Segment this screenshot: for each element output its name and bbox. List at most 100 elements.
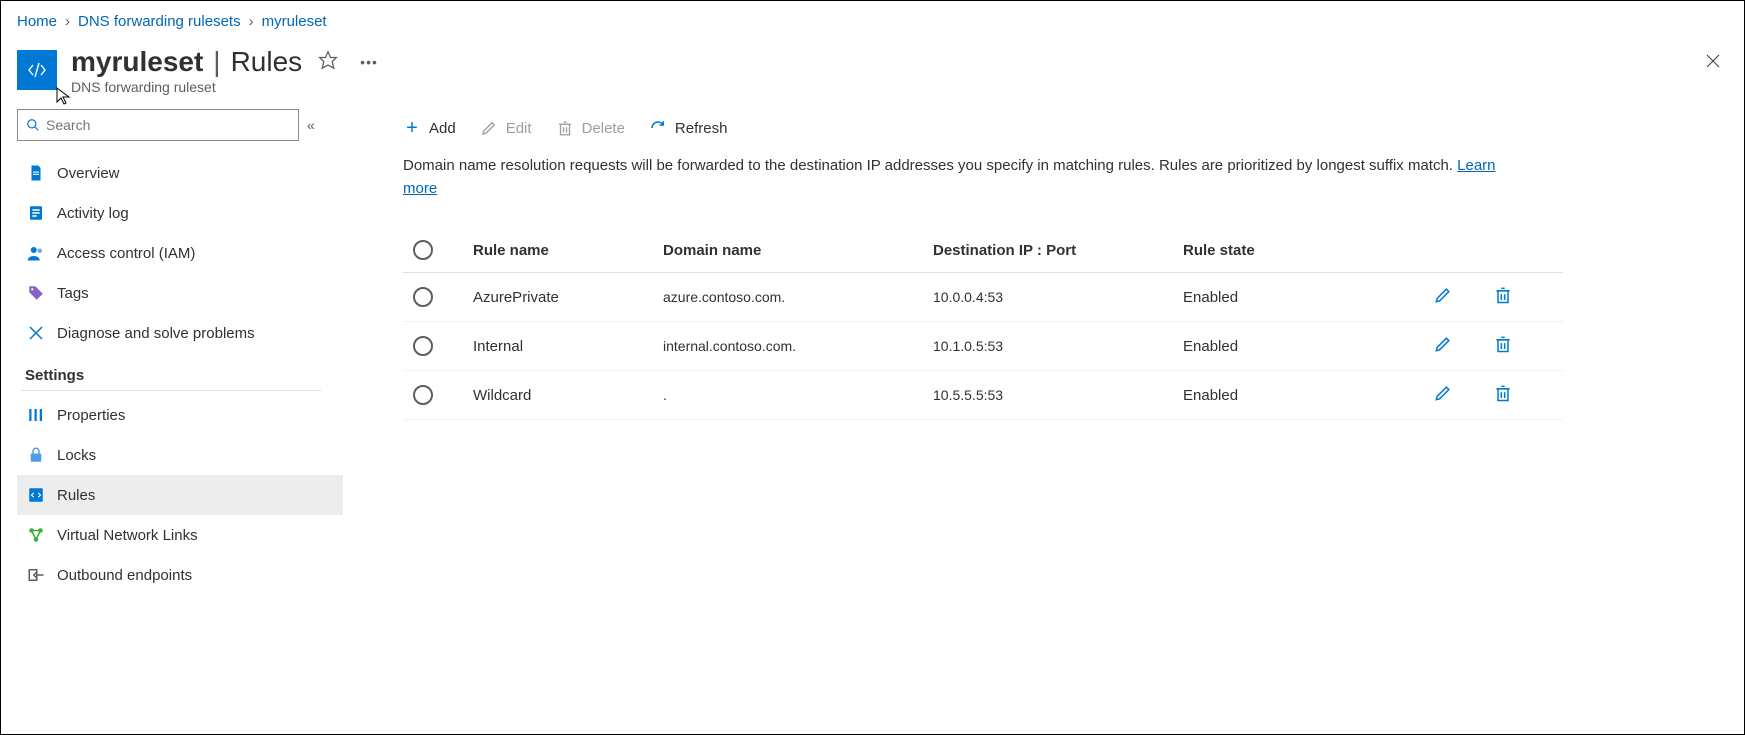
search-icon [26,118,40,132]
breadcrumb-home[interactable]: Home [17,13,57,30]
cell-rule-name: Internal [473,338,663,355]
row-select-radio[interactable] [413,336,433,356]
trash-icon [1493,334,1513,354]
row-select-radio[interactable] [413,287,433,307]
sidebar-item-diagnose[interactable]: Diagnose and solve problems [17,313,343,353]
page-title-section: Rules [231,46,303,78]
refresh-button[interactable]: Refresh [649,119,728,137]
cell-domain: internal.contoso.com. [663,338,933,354]
refresh-icon [649,119,667,137]
log-icon [27,204,45,222]
row-select-radio[interactable] [413,385,433,405]
more-button[interactable]: ••• [354,48,384,76]
page-title-resource: myruleset [71,46,203,78]
trash-icon [1493,285,1513,305]
tag-icon [27,284,45,302]
pencil-icon [480,119,498,137]
select-all-radio[interactable] [413,240,433,260]
pencil-icon [1433,285,1453,305]
row-delete-button[interactable] [1493,334,1513,354]
table-row[interactable]: Wildcard . 10.5.5.5:53 Enabled [403,371,1563,420]
rules-table: Rule name Domain name Destination IP : P… [403,228,1563,420]
lock-icon [27,446,45,464]
col-rule-state: Rule state [1183,242,1433,259]
chevron-right-icon: › [65,13,70,30]
sidebar-item-overview[interactable]: Overview [17,153,343,193]
cell-domain: . [663,387,933,403]
trash-icon [1493,383,1513,403]
sidebar-item-locks[interactable]: Locks [17,435,343,475]
page-header: myruleset | Rules ••• DNS forwarding rul… [17,38,1728,99]
main-content: + Add Edit Delete Refresh Domain name re… [343,99,1728,734]
sidebar-item-rules[interactable]: Rules [17,475,343,515]
description-body: Domain name resolution requests will be … [403,157,1457,174]
col-destination: Destination IP : Port [933,242,1183,259]
sidebar-item-label: Overview [57,165,120,182]
button-label: Refresh [675,120,728,137]
button-label: Edit [506,120,532,137]
sidebar: « Overview Activity log Access control (… [17,99,343,734]
close-icon [1704,52,1722,70]
plus-icon: + [403,119,421,137]
cell-rule-name: Wildcard [473,387,663,404]
people-icon [27,244,45,262]
sidebar-item-access-control[interactable]: Access control (IAM) [17,233,343,273]
document-icon [27,164,45,182]
resource-icon [17,50,57,90]
sidebar-item-label: Properties [57,407,125,424]
favorite-button[interactable] [312,44,344,79]
cell-state: Enabled [1183,387,1433,404]
row-edit-button[interactable] [1433,285,1453,305]
table-header: Rule name Domain name Destination IP : P… [403,228,1563,273]
row-edit-button[interactable] [1433,334,1453,354]
sidebar-item-properties[interactable]: Properties [17,395,343,435]
cell-destination: 10.0.0.4:53 [933,289,1183,305]
cell-destination: 10.1.0.5:53 [933,338,1183,354]
ellipsis-icon: ••• [360,54,378,70]
star-icon [318,50,338,70]
button-label: Add [429,120,456,137]
table-row[interactable]: AzurePrivate azure.contoso.com. 10.0.0.4… [403,273,1563,322]
code-icon [27,486,45,504]
sidebar-item-label: Tags [57,285,89,302]
sidebar-item-tags[interactable]: Tags [17,273,343,313]
description-text: Domain name resolution requests will be … [403,155,1503,200]
sidebar-item-activity-log[interactable]: Activity log [17,193,343,233]
table-row[interactable]: Internal internal.contoso.com. 10.1.0.5:… [403,322,1563,371]
sidebar-item-label: Rules [57,487,95,504]
delete-button[interactable]: Delete [556,119,625,137]
edit-button[interactable]: Edit [480,119,532,137]
sidebar-item-label: Outbound endpoints [57,567,192,584]
sidebar-item-outbound-endpoints[interactable]: Outbound endpoints [17,555,343,595]
sidebar-item-vnet-links[interactable]: Virtual Network Links [17,515,343,555]
wrench-icon [27,324,45,342]
toolbar: + Add Edit Delete Refresh [403,119,1728,155]
close-blade-button[interactable] [1698,46,1728,81]
col-rule-name: Rule name [473,242,663,259]
add-button[interactable]: + Add [403,119,456,137]
chevron-double-left-icon: « [307,117,315,133]
button-label: Delete [582,120,625,137]
sidebar-item-label: Activity log [57,205,129,222]
sidebar-section-settings: Settings [21,353,321,391]
arrow-out-icon [27,566,45,584]
sidebar-item-label: Locks [57,447,96,464]
cell-state: Enabled [1183,289,1433,306]
pencil-icon [1433,334,1453,354]
sidebar-search[interactable] [17,109,299,141]
chevron-right-icon: › [249,13,254,30]
pencil-icon [1433,383,1453,403]
collapse-sidebar-button[interactable]: « [307,117,315,133]
cell-rule-name: AzurePrivate [473,289,663,306]
row-edit-button[interactable] [1433,383,1453,403]
cell-state: Enabled [1183,338,1433,355]
breadcrumb-rulesets[interactable]: DNS forwarding rulesets [78,13,241,30]
row-delete-button[interactable] [1493,383,1513,403]
breadcrumb-current: myruleset [262,13,327,30]
sidebar-item-label: Virtual Network Links [57,527,198,544]
sidebar-search-input[interactable] [46,117,290,133]
title-separator: | [213,46,220,78]
cell-domain: azure.contoso.com. [663,289,933,305]
row-delete-button[interactable] [1493,285,1513,305]
col-domain-name: Domain name [663,242,933,259]
